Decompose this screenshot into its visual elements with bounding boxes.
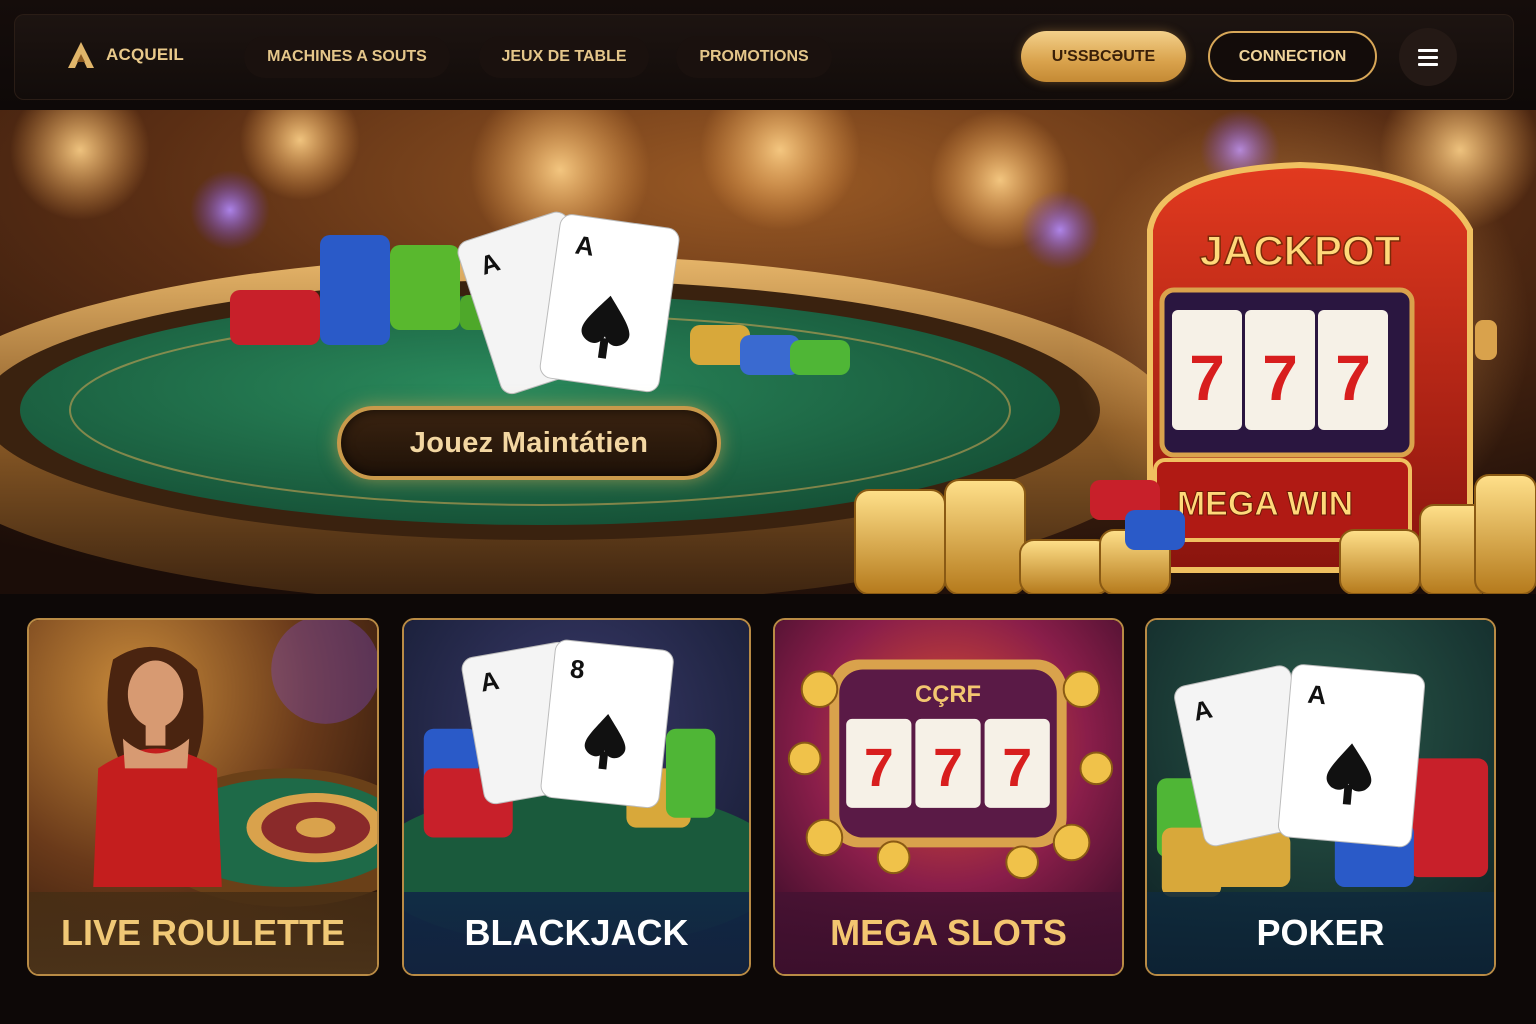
menu-button[interactable] [1399,28,1457,86]
svg-text:7: 7 [864,739,894,798]
subscribe-button[interactable]: U'SSBCƏUTE [1021,31,1186,82]
mega-win-sign: MEGA WIN [1177,485,1353,523]
nav-link-slot-machines[interactable]: MACHINES A SOUTS [244,36,450,78]
game-card-mega-slots[interactable]: CÇRF 7 7 7 MEGA SLOTS [773,618,1124,976]
svg-text:A: A [1306,681,1327,711]
home-link[interactable]: ACQUEIL [66,40,184,70]
svg-text:7: 7 [1262,342,1298,414]
svg-text:7: 7 [1002,739,1032,798]
game-card-label: LIVE ROULETTE [29,892,377,974]
top-navigation: ACQUEIL MACHINES A SOUTS JEUX DE TABLE P… [0,0,1536,110]
nav-link-promotions[interactable]: PROMOTIONS [676,36,832,78]
game-card-live-roulette[interactable]: LIVE ROULETTE [27,618,379,976]
game-card-blackjack[interactable]: A 8 BLACKJACK [402,618,751,976]
nav-link-table-games[interactable]: JEUX DE TABLE [479,36,649,78]
hamburger-menu-icon [1418,49,1438,66]
game-card-label: MEGA SLOTS [775,892,1122,974]
game-card-label: POKER [1147,892,1494,974]
svg-text:7: 7 [1189,342,1225,414]
hero-banner: A A JACKPOT 7 7 7 MEGA WIN Jouez Maintát… [0,110,1536,594]
slot-sign: CÇRF [915,682,981,708]
login-button[interactable]: CONNECTION [1208,31,1377,82]
game-card-label: BLACKJACK [404,892,749,974]
game-cards-section: LIVE ROULETTE A 8 BLACKJACK CÇRF 7 7 7 M… [0,594,1536,1024]
home-label: ACQUEIL [106,45,184,64]
svg-text:7: 7 [933,739,963,798]
logo-icon [68,42,94,68]
play-now-button[interactable]: Jouez Maintátien [337,406,721,480]
svg-text:7: 7 [1335,342,1371,414]
jackpot-sign: JACKPOT [1200,227,1401,274]
game-card-poker[interactable]: A A POKER [1145,618,1496,976]
svg-text:8: 8 [569,655,586,684]
hero-illustration: A A JACKPOT 7 7 7 MEGA WIN [0,110,1536,594]
